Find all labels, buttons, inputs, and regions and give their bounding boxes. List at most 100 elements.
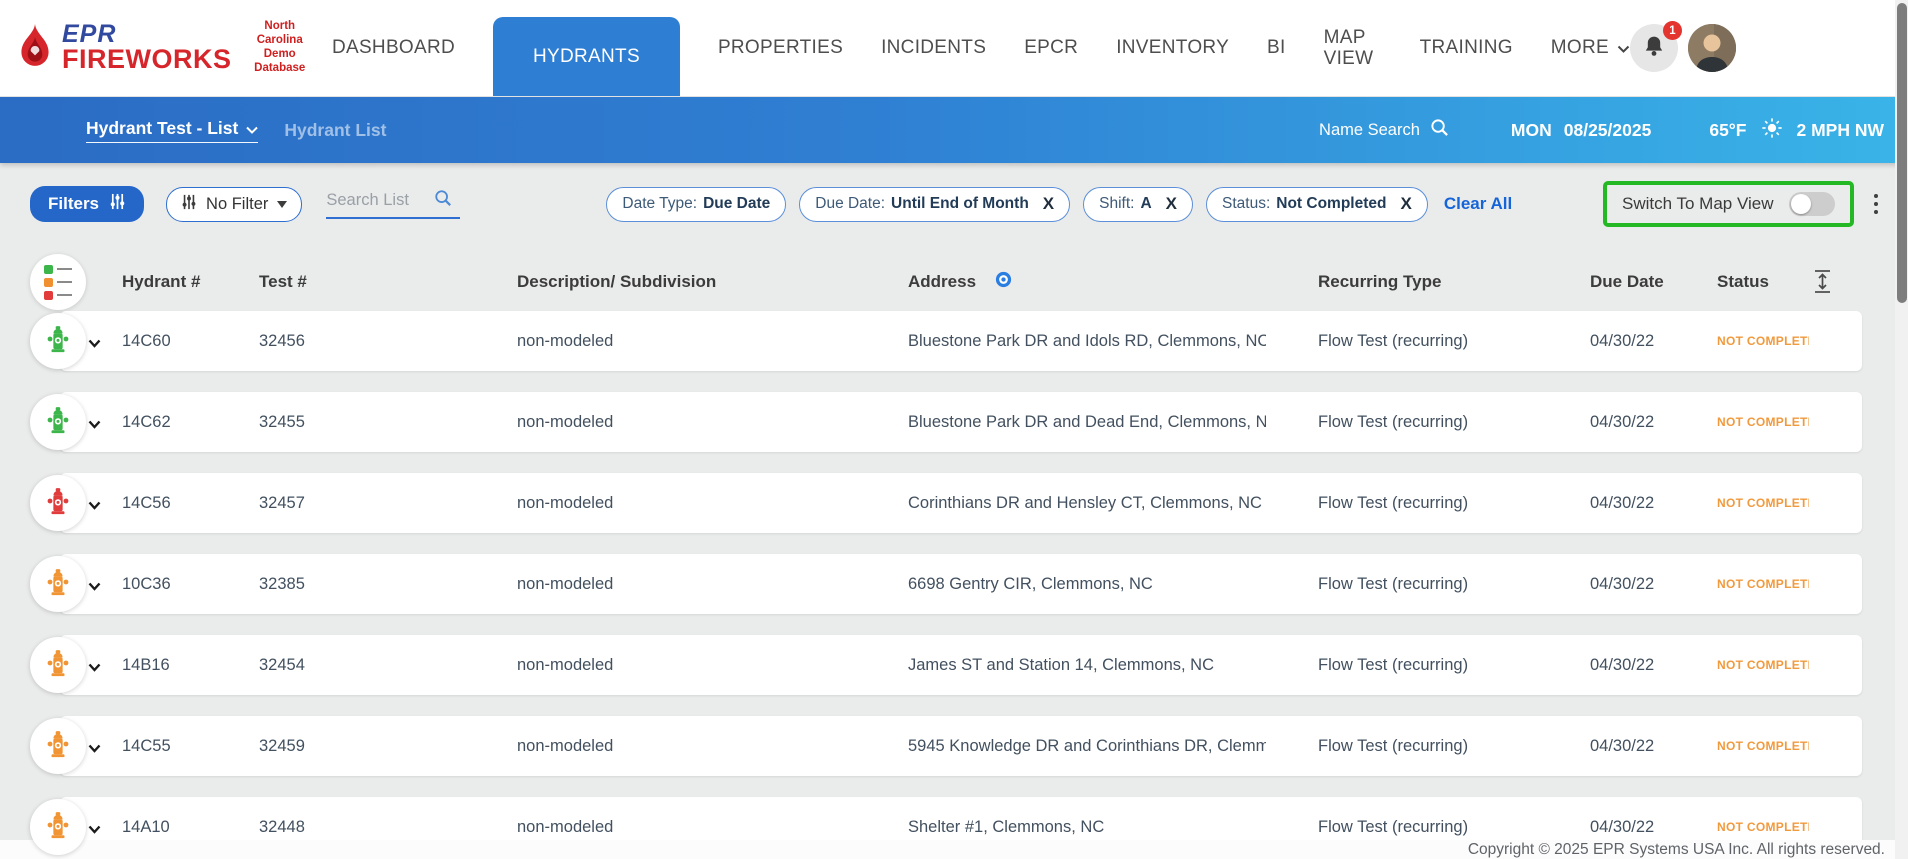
app-logo[interactable]: EPR FIREWORKS (18, 23, 232, 74)
cell-address: 6698 Gentry CIR, Clemmons, NC (908, 575, 1266, 594)
cell-hydrant-number: 14C55 (122, 737, 259, 756)
sliders-icon (109, 193, 126, 215)
page-subheader: Hydrant Test - List Hydrant List Name Se… (0, 97, 1908, 163)
cell-test-number: 32457 (259, 494, 517, 513)
table-row[interactable]: 14C62 32455 non-modeled Bluestone Park D… (60, 392, 1862, 452)
vertical-scrollbar[interactable] (1895, 0, 1908, 859)
search-icon (1430, 118, 1449, 142)
nav-item-epcr[interactable]: EPCR (1024, 37, 1078, 59)
name-search[interactable]: Name Search (1319, 118, 1449, 142)
cell-description: non-modeled (517, 413, 908, 432)
cell-due-date: 04/30/22 (1590, 737, 1717, 756)
remove-chip-button[interactable]: X (1166, 194, 1177, 214)
hydrant-table-body: 14C60 32456 non-modeled Bluestone Park D… (0, 311, 1908, 857)
expand-row-chevron-icon[interactable] (88, 659, 101, 677)
table-row[interactable]: 14C55 32459 non-modeled 5945 Knowledge D… (60, 716, 1862, 776)
nav-item-bi[interactable]: BI (1267, 37, 1286, 59)
list-selector-dropdown[interactable]: Hydrant Test - List (86, 118, 258, 143)
hydrant-icon (45, 486, 71, 521)
filter-chip: Shift: A X (1083, 187, 1193, 222)
cell-due-date: 04/30/22 (1590, 332, 1717, 351)
cell-recurring-type: Flow Test (recurring) (1318, 575, 1590, 594)
scrollbar-thumb[interactable] (1897, 3, 1907, 303)
cell-description: non-modeled (517, 332, 908, 351)
hydrant-icon (45, 810, 71, 845)
status-badge: NOT COMPLETED (1717, 496, 1809, 510)
table-row[interactable]: 14B16 32454 non-modeled James ST and Sta… (60, 635, 1862, 695)
table-header: Hydrant # Test # Description/ Subdivisio… (60, 253, 1862, 311)
active-filter-chips: Date Type: Due Date Due Date: Until End … (606, 187, 1427, 222)
hydrant-icon (45, 405, 71, 440)
row-height-icon[interactable] (1813, 269, 1832, 299)
hydrant-icon (45, 324, 71, 359)
nav-item-training[interactable]: TRAINING (1420, 37, 1513, 59)
cell-address: Shelter #1, Clemmons, NC (908, 818, 1266, 837)
chevron-down-icon (1617, 37, 1630, 59)
remove-chip-button[interactable]: X (1043, 194, 1054, 214)
flame-logo-icon (18, 23, 52, 74)
top-navigation: EPR FIREWORKS North Carolina Demo Databa… (0, 0, 1908, 97)
chevron-down-icon (246, 118, 258, 139)
column-header: Due Date (1590, 272, 1717, 292)
remove-chip-button[interactable]: X (1400, 194, 1411, 214)
search-input[interactable] (326, 191, 434, 210)
sliders-icon (181, 194, 197, 215)
filters-button[interactable]: Filters (30, 186, 144, 222)
clear-all-filters-button[interactable]: Clear All (1444, 194, 1512, 214)
hydrant-icon (45, 648, 71, 683)
nav-item-incidents[interactable]: INCIDENTS (881, 37, 986, 59)
cell-description: non-modeled (517, 818, 908, 837)
cell-address: 5945 Knowledge DR and Corinthians DR, Cl… (908, 737, 1266, 756)
more-options-button[interactable] (1870, 190, 1883, 219)
expand-row-chevron-icon[interactable] (88, 821, 101, 839)
cell-hydrant-number: 14A10 (122, 818, 259, 837)
table-row[interactable]: 14C56 32457 non-modeled Corinthians DR a… (60, 473, 1862, 533)
nav-item-more[interactable]: MORE (1551, 37, 1630, 59)
nav-item-hydrants[interactable]: HYDRANTS (493, 17, 680, 96)
copyright-text: Copyright © 2025 EPR Systems USA Inc. Al… (1468, 841, 1885, 859)
cell-recurring-type: Flow Test (recurring) (1318, 413, 1590, 432)
demo-database-badge: North Carolina Demo Database (254, 20, 306, 75)
expand-row-chevron-icon[interactable] (88, 578, 101, 596)
column-header: Description/ Subdivision (517, 272, 908, 292)
cell-description: non-modeled (517, 656, 908, 675)
column-header: Address (908, 270, 1318, 294)
map-toggle-label: Switch To Map View (1622, 194, 1774, 214)
cell-hydrant-number: 14B16 (122, 656, 259, 675)
cell-due-date: 04/30/22 (1590, 575, 1717, 594)
cell-address: James ST and Station 14, Clemmons, NC (908, 656, 1266, 675)
address-target-icon[interactable] (994, 270, 1013, 294)
notifications-button[interactable]: 1 (1630, 24, 1678, 72)
hydrant-icon (45, 567, 71, 602)
nav-item-map-view[interactable]: MAP VIEW (1324, 27, 1382, 70)
switch-to-map-view-toggle[interactable] (1789, 192, 1835, 216)
nav-item-inventory[interactable]: INVENTORY (1116, 37, 1229, 59)
expand-row-chevron-icon[interactable] (88, 416, 101, 434)
cell-test-number: 32459 (259, 737, 517, 756)
nav-item-properties[interactable]: PROPERTIES (718, 37, 843, 59)
cell-due-date: 04/30/22 (1590, 413, 1717, 432)
status-badge: NOT COMPLETED (1717, 577, 1809, 591)
expand-row-chevron-icon[interactable] (88, 740, 101, 758)
status-badge: NOT COMPLETED (1717, 415, 1809, 429)
expand-row-chevron-icon[interactable] (88, 335, 101, 353)
column-header: Test # (259, 272, 517, 292)
user-avatar[interactable] (1688, 24, 1736, 72)
table-row[interactable]: 10C36 32385 non-modeled 6698 Gentry CIR,… (60, 554, 1862, 614)
breadcrumb: Hydrant List (284, 120, 386, 141)
list-legend-icon[interactable] (30, 254, 86, 310)
expand-row-chevron-icon[interactable] (88, 497, 101, 515)
search-icon[interactable] (434, 189, 452, 212)
nav-item-dashboard[interactable]: DASHBOARD (332, 37, 455, 59)
filter-chip: Status: Not Completed X (1206, 187, 1428, 222)
cell-due-date: 04/30/22 (1590, 818, 1717, 837)
cell-address: Bluestone Park DR and Dead End, Clemmons… (908, 413, 1266, 432)
list-search (326, 189, 460, 219)
cell-due-date: 04/30/22 (1590, 656, 1717, 675)
saved-filter-dropdown[interactable]: No Filter (166, 187, 302, 222)
table-row[interactable]: 14C60 32456 non-modeled Bluestone Park D… (60, 311, 1862, 371)
column-header: Recurring Type (1318, 272, 1590, 292)
cell-recurring-type: Flow Test (recurring) (1318, 656, 1590, 675)
hydrant-icon (45, 729, 71, 764)
cell-hydrant-number: 14C60 (122, 332, 259, 351)
